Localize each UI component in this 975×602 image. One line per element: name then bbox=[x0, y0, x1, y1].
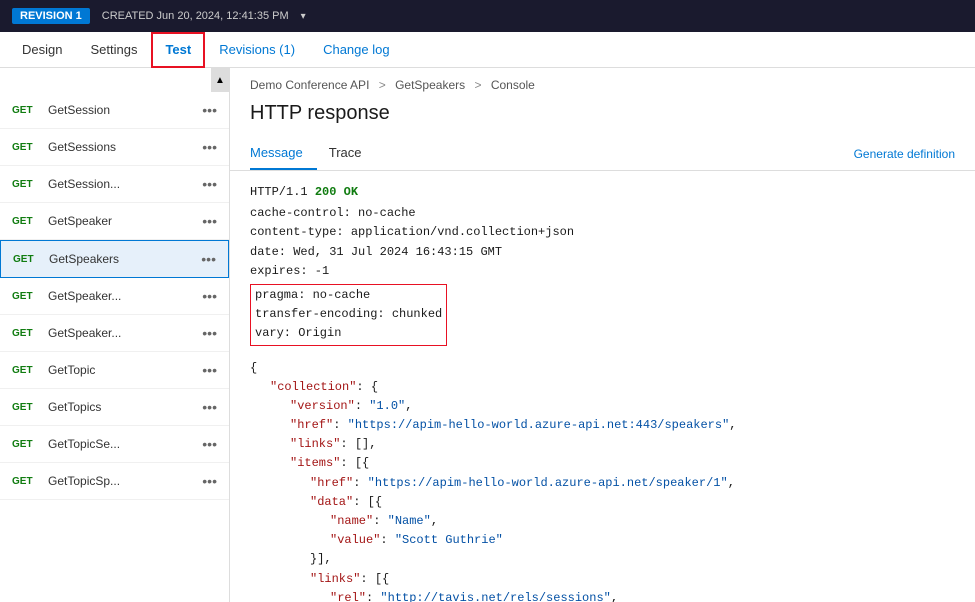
sidebar-item-getsession[interactable]: GET GetSession ••• bbox=[0, 92, 229, 129]
generate-definition-link[interactable]: Generate definition bbox=[854, 139, 955, 169]
created-text: CREATED Jun 20, 2024, 12:41:35 PM bbox=[102, 10, 289, 22]
header-transfer-encoding: transfer-encoding: chunked bbox=[255, 305, 442, 324]
json-body: { "collection": { "version": "1.0", "hre… bbox=[250, 359, 955, 602]
header-pragma: pragma: no-cache bbox=[255, 286, 442, 305]
method-get: GET bbox=[13, 254, 41, 265]
item-label: GetTopic bbox=[48, 363, 194, 377]
tab-changelog[interactable]: Change log bbox=[309, 32, 404, 68]
revision-badge: REVISION 1 bbox=[12, 8, 90, 24]
subtab-message[interactable]: Message bbox=[250, 137, 317, 170]
more-options-icon[interactable]: ••• bbox=[202, 288, 217, 304]
more-options-icon[interactable]: ••• bbox=[202, 139, 217, 155]
method-get: GET bbox=[12, 402, 40, 413]
sidebar-item-getspeakers[interactable]: GET GetSpeakers ••• bbox=[0, 240, 229, 278]
json-line: "links": [{ bbox=[250, 570, 955, 589]
tab-revisions[interactable]: Revisions (1) bbox=[205, 32, 309, 68]
page-title: HTTP response bbox=[230, 98, 975, 137]
item-label: GetSessions bbox=[48, 140, 194, 154]
json-line: "items": [{ bbox=[250, 454, 955, 473]
json-line: "version": "1.0", bbox=[250, 397, 955, 416]
tab-design[interactable]: Design bbox=[8, 32, 76, 68]
json-line: "rel": "http://tavis.net/rels/sessions", bbox=[250, 589, 955, 602]
header-date: date: Wed, 31 Jul 2024 16:43:15 GMT bbox=[250, 243, 955, 262]
header-content-type: content-type: application/vnd.collection… bbox=[250, 223, 955, 242]
header-cache-control: cache-control: no-cache bbox=[250, 204, 955, 223]
json-line: { bbox=[250, 359, 955, 378]
sub-tabs: Message Trace Generate definition bbox=[230, 137, 975, 171]
method-get: GET bbox=[12, 105, 40, 116]
json-line: "links": [], bbox=[250, 435, 955, 454]
method-get: GET bbox=[12, 328, 40, 339]
sidebar-item-gettopics[interactable]: GET GetTopics ••• bbox=[0, 389, 229, 426]
item-label: GetSession... bbox=[48, 177, 194, 191]
more-options-icon[interactable]: ••• bbox=[202, 362, 217, 378]
scroll-up-btn[interactable]: ▲ bbox=[211, 68, 229, 92]
nav-tabs: Design Settings Test Revisions (1) Chang… bbox=[0, 32, 975, 68]
item-label: GetSpeakers bbox=[49, 252, 193, 266]
json-line: "data": [{ bbox=[250, 493, 955, 512]
highlighted-headers-block: pragma: no-cache transfer-encoding: chun… bbox=[250, 284, 447, 346]
item-label: GetSpeaker... bbox=[48, 326, 194, 340]
sidebar-item-gettopicsp[interactable]: GET GetTopicSp... ••• bbox=[0, 463, 229, 500]
json-line: "href": "https://apim-hello-world.azure-… bbox=[250, 416, 955, 435]
top-bar: REVISION 1 CREATED Jun 20, 2024, 12:41:3… bbox=[0, 0, 975, 32]
json-line: "collection": { bbox=[250, 378, 955, 397]
response-body: HTTP/1.1 200 OK cache-control: no-cache … bbox=[230, 171, 975, 602]
header-expires: expires: -1 bbox=[250, 262, 955, 281]
more-options-icon[interactable]: ••• bbox=[202, 325, 217, 341]
item-label: GetTopicSp... bbox=[48, 474, 194, 488]
status-200: 200 OK bbox=[315, 185, 358, 199]
sidebar-item-getspeaker2[interactable]: GET GetSpeaker... ••• bbox=[0, 278, 229, 315]
breadcrumb: Demo Conference API > GetSpeakers > Cons… bbox=[230, 68, 975, 98]
subtab-trace[interactable]: Trace bbox=[329, 137, 376, 170]
more-options-icon[interactable]: ••• bbox=[202, 399, 217, 415]
method-get: GET bbox=[12, 291, 40, 302]
sidebar-item-getsessions[interactable]: GET GetSessions ••• bbox=[0, 129, 229, 166]
more-options-icon[interactable]: ••• bbox=[201, 251, 216, 267]
json-line: "value": "Scott Guthrie" bbox=[250, 531, 955, 550]
method-get: GET bbox=[12, 142, 40, 153]
item-label: GetTopicSe... bbox=[48, 437, 194, 451]
sidebar-item-getsession2[interactable]: GET GetSession... ••• bbox=[0, 166, 229, 203]
dropdown-arrow[interactable]: ▾ bbox=[301, 11, 306, 22]
json-line: }], bbox=[250, 550, 955, 569]
header-vary: vary: Origin bbox=[255, 324, 442, 343]
item-label: GetSession bbox=[48, 103, 194, 117]
more-options-icon[interactable]: ••• bbox=[202, 213, 217, 229]
sidebar-item-gettopicse[interactable]: GET GetTopicSe... ••• bbox=[0, 426, 229, 463]
main-layout: ▲ GET GetSession ••• GET GetSessions •••… bbox=[0, 68, 975, 602]
http-status-line: HTTP/1.1 200 OK bbox=[250, 183, 955, 202]
more-options-icon[interactable]: ••• bbox=[202, 102, 217, 118]
more-options-icon[interactable]: ••• bbox=[202, 176, 217, 192]
item-label: GetTopics bbox=[48, 400, 194, 414]
method-get: GET bbox=[12, 365, 40, 376]
method-get: GET bbox=[12, 476, 40, 487]
tab-settings[interactable]: Settings bbox=[76, 32, 151, 68]
item-label: GetSpeaker... bbox=[48, 289, 194, 303]
method-get: GET bbox=[12, 439, 40, 450]
method-get: GET bbox=[12, 216, 40, 227]
sidebar-item-gettopic[interactable]: GET GetTopic ••• bbox=[0, 352, 229, 389]
more-options-icon[interactable]: ••• bbox=[202, 436, 217, 452]
sidebar-item-getspeaker3[interactable]: GET GetSpeaker... ••• bbox=[0, 315, 229, 352]
json-line: "href": "https://apim-hello-world.azure-… bbox=[250, 474, 955, 493]
sidebar-item-getspeaker[interactable]: GET GetSpeaker ••• bbox=[0, 203, 229, 240]
tab-test[interactable]: Test bbox=[151, 32, 205, 68]
item-label: GetSpeaker bbox=[48, 214, 194, 228]
json-line: "name": "Name", bbox=[250, 512, 955, 531]
sidebar: ▲ GET GetSession ••• GET GetSessions •••… bbox=[0, 68, 230, 602]
content-area: Demo Conference API > GetSpeakers > Cons… bbox=[230, 68, 975, 602]
method-get: GET bbox=[12, 179, 40, 190]
more-options-icon[interactable]: ••• bbox=[202, 473, 217, 489]
